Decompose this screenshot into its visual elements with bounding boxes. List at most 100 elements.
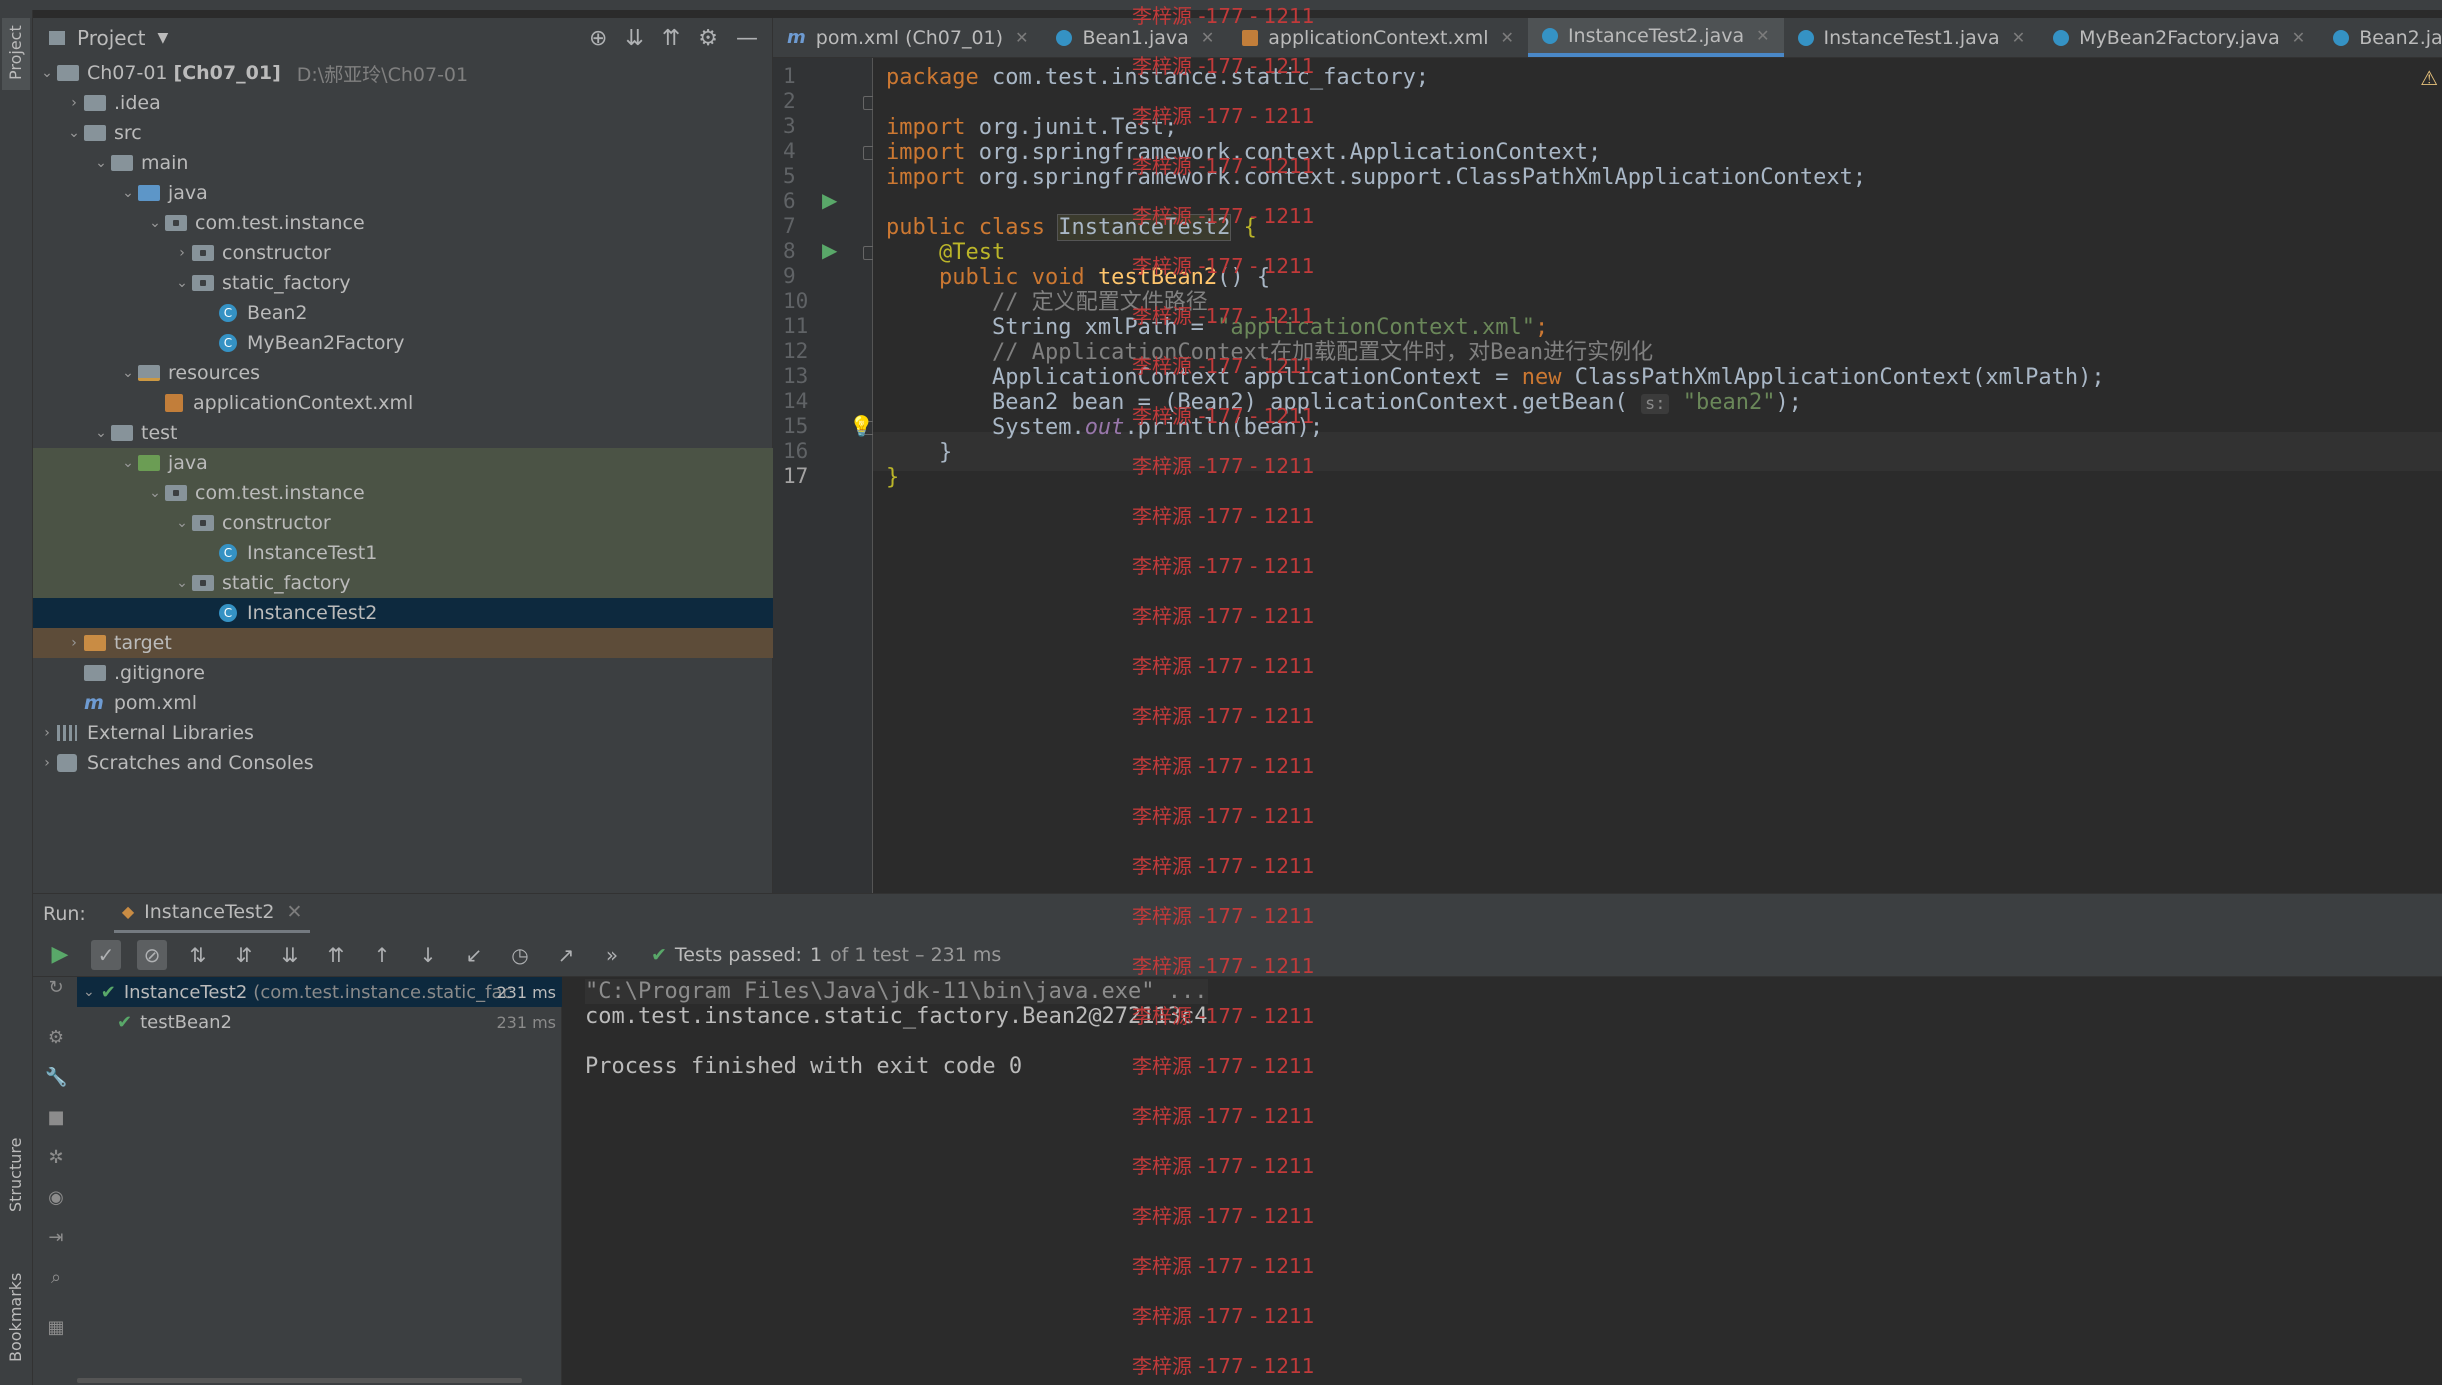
chevron-right-icon[interactable]: › bbox=[37, 725, 57, 741]
tree-item-instancetest2[interactable]: C InstanceTest2 bbox=[33, 598, 773, 628]
tree-item-java[interactable]: ⌄ java bbox=[33, 448, 773, 478]
close-icon[interactable]: ✕ bbox=[286, 901, 302, 923]
console-output[interactable]: "C:\Program Files\Java\jdk-11\bin\java.e… bbox=[562, 977, 2442, 1385]
code-editor[interactable]: ⚠ package com.test.instance.static_facto… bbox=[873, 58, 2442, 893]
previous-failed-icon[interactable]: ↑ bbox=[367, 940, 397, 970]
next-failed-icon[interactable]: ↓ bbox=[413, 940, 443, 970]
collapse-all-icon[interactable]: ⇈ bbox=[662, 26, 680, 51]
chevron-down-icon[interactable]: ⌄ bbox=[172, 575, 192, 591]
chevron-right-icon[interactable]: › bbox=[64, 635, 84, 651]
export-icon[interactable]: ↗ bbox=[551, 940, 581, 970]
tree-item-src[interactable]: ⌄ src bbox=[33, 118, 773, 148]
chevron-down-icon[interactable]: ⌄ bbox=[91, 155, 111, 171]
close-icon[interactable]: ✕ bbox=[2012, 28, 2025, 47]
more-icon[interactable]: » bbox=[597, 940, 627, 970]
tree-item-bean2[interactable]: C Bean2 bbox=[33, 298, 773, 328]
chevron-down-icon[interactable]: ⌄ bbox=[91, 425, 111, 441]
tree-item-gitignore[interactable]: .gitignore bbox=[33, 658, 773, 688]
close-icon[interactable]: ✕ bbox=[1201, 28, 1214, 47]
editor-tab[interactable]: applicationContext.xml ✕ bbox=[1228, 18, 1528, 57]
chevron-right-icon[interactable]: › bbox=[37, 755, 57, 771]
chevron-down-icon[interactable]: ⌄ bbox=[83, 984, 95, 1000]
chevron-down-icon[interactable]: ⌄ bbox=[172, 275, 192, 291]
wrench-icon[interactable]: 🔧 bbox=[45, 1067, 67, 1089]
close-icon[interactable]: ✕ bbox=[1756, 26, 1769, 45]
tree-item-test[interactable]: ⌄ test bbox=[33, 418, 773, 448]
tree-item-external-libraries[interactable]: › External Libraries bbox=[33, 718, 773, 748]
collapse-all-icon[interactable]: ⇈ bbox=[321, 940, 351, 970]
layout-icon[interactable]: ▦ bbox=[45, 1317, 67, 1339]
tree-item-idea[interactable]: › .idea bbox=[33, 88, 773, 118]
expand-all-icon[interactable]: ⇊ bbox=[625, 26, 643, 51]
editor-tab[interactable]: InstanceTest2.java ✕ bbox=[1527, 18, 1784, 57]
search-icon[interactable]: ⌕ bbox=[45, 1267, 67, 1289]
close-icon[interactable]: ✕ bbox=[2292, 28, 2305, 47]
stop-icon[interactable]: ■ bbox=[45, 1107, 67, 1129]
structure-tool-tab[interactable]: Structure bbox=[2, 1110, 30, 1230]
tree-item-target[interactable]: › target bbox=[33, 628, 773, 658]
horizontal-scrollbar[interactable] bbox=[77, 1378, 522, 1383]
editor-tab[interactable]: m pom.xml (Ch07_01) ✕ bbox=[773, 18, 1042, 57]
tree-item-static-factory[interactable]: ⌄ static_factory bbox=[33, 568, 773, 598]
chevron-down-icon[interactable]: ⌄ bbox=[118, 185, 138, 201]
chevron-down-icon[interactable]: ⌄ bbox=[37, 65, 57, 81]
editor-tab[interactable]: Bean2.java✕ bbox=[2319, 18, 2442, 57]
tree-item-instancetest1[interactable]: C InstanceTest1 bbox=[33, 538, 773, 568]
run-test-method-icon[interactable]: ▶ bbox=[822, 238, 844, 262]
chevron-down-icon[interactable]: ⌄ bbox=[118, 365, 138, 381]
tree-item-constructor[interactable]: ⌄ constructor bbox=[33, 508, 773, 538]
chevron-down-icon[interactable]: ⌄ bbox=[145, 215, 165, 231]
chevron-down-icon[interactable]: ▼ bbox=[157, 30, 168, 46]
editor-tab[interactable]: MyBean2Factory.java ✕ bbox=[2039, 18, 2319, 57]
show-passed-icon[interactable]: ✓ bbox=[91, 939, 121, 970]
camera-icon[interactable]: ◉ bbox=[45, 1187, 67, 1209]
test-result-row[interactable]: ✔ testBean2 231 ms bbox=[77, 1007, 562, 1037]
sort-alpha-icon[interactable]: ⇅ bbox=[183, 940, 213, 970]
tree-item-resources[interactable]: ⌄ resources bbox=[33, 358, 773, 388]
close-icon[interactable]: ✕ bbox=[1015, 28, 1028, 47]
project-tool-tab[interactable]: Project bbox=[2, 18, 30, 90]
debug-icon[interactable]: ⚙ bbox=[45, 1027, 67, 1049]
lightbulb-icon[interactable]: 💡 bbox=[849, 414, 874, 438]
tree-item-scratches-and-consoles[interactable]: › Scratches and Consoles bbox=[33, 748, 773, 778]
exit-icon[interactable]: ⇥ bbox=[45, 1227, 67, 1249]
import-tests-icon[interactable]: ↙ bbox=[459, 940, 489, 970]
warning-icon[interactable]: ⚠ bbox=[2420, 66, 2438, 90]
locate-icon[interactable]: ⊕ bbox=[589, 26, 607, 51]
chevron-right-icon[interactable]: › bbox=[172, 245, 192, 261]
hide-icon[interactable]: — bbox=[736, 26, 758, 51]
gear-icon[interactable]: ⚙ bbox=[698, 26, 718, 51]
tree-item-applicationcontext-xml[interactable]: applicationContext.xml bbox=[33, 388, 773, 418]
tree-item-constructor[interactable]: › constructor bbox=[33, 238, 773, 268]
chevron-down-icon[interactable]: ⌄ bbox=[145, 485, 165, 501]
editor-tab[interactable]: InstanceTest1.java ✕ bbox=[1784, 18, 2040, 57]
run-tab[interactable]: ◆ InstanceTest2 ✕ bbox=[113, 894, 311, 934]
java-class-icon: C bbox=[219, 604, 237, 622]
chevron-down-icon[interactable]: ⌄ bbox=[172, 515, 192, 531]
rerun-icon[interactable]: ▶ bbox=[45, 940, 75, 970]
history-icon[interactable]: ◷ bbox=[505, 940, 535, 970]
chevron-down-icon[interactable]: ⌄ bbox=[118, 455, 138, 471]
chevron-down-icon[interactable]: ⌄ bbox=[64, 125, 84, 141]
tree-item-main[interactable]: ⌄ main bbox=[33, 148, 773, 178]
chevron-right-icon[interactable]: › bbox=[64, 95, 84, 111]
run-test-class-icon[interactable]: ▶ bbox=[822, 188, 844, 212]
tree-item-java[interactable]: ⌄ java bbox=[33, 178, 773, 208]
show-ignored-icon[interactable]: ⊘ bbox=[137, 939, 167, 970]
test-result-row[interactable]: ⌄ ✔ InstanceTest2 (com.test.instance.sta… bbox=[77, 977, 562, 1007]
tree-item-mybean2factory[interactable]: C MyBean2Factory bbox=[33, 328, 773, 358]
tree-item-com-test-instance[interactable]: ⌄ com.test.instance bbox=[33, 478, 773, 508]
bookmarks-tool-tab[interactable]: Bookmarks bbox=[2, 1250, 30, 1380]
project-panel-title[interactable]: Project bbox=[77, 26, 145, 50]
tree-item-ch07-01[interactable]: ⌄ Ch07-01 [Ch07_01] D:\郝亚玲\Ch07-01 bbox=[33, 58, 773, 88]
tree-item-static-factory[interactable]: ⌄ static_factory bbox=[33, 268, 773, 298]
expand-all-icon[interactable]: ⇊ bbox=[275, 940, 305, 970]
tree-item-com-test-instance[interactable]: ⌄ com.test.instance bbox=[33, 208, 773, 238]
sort-duration-icon[interactable]: ⇵ bbox=[229, 940, 259, 970]
line-number: 2 bbox=[783, 89, 796, 113]
close-icon[interactable]: ✕ bbox=[1501, 28, 1514, 47]
bug-icon[interactable]: ✲ bbox=[45, 1147, 67, 1169]
tree-item-pom-xml[interactable]: m pom.xml bbox=[33, 688, 773, 718]
editor-tab[interactable]: Bean1.java ✕ bbox=[1042, 18, 1228, 57]
restart-icon[interactable]: ↻ bbox=[45, 977, 67, 999]
